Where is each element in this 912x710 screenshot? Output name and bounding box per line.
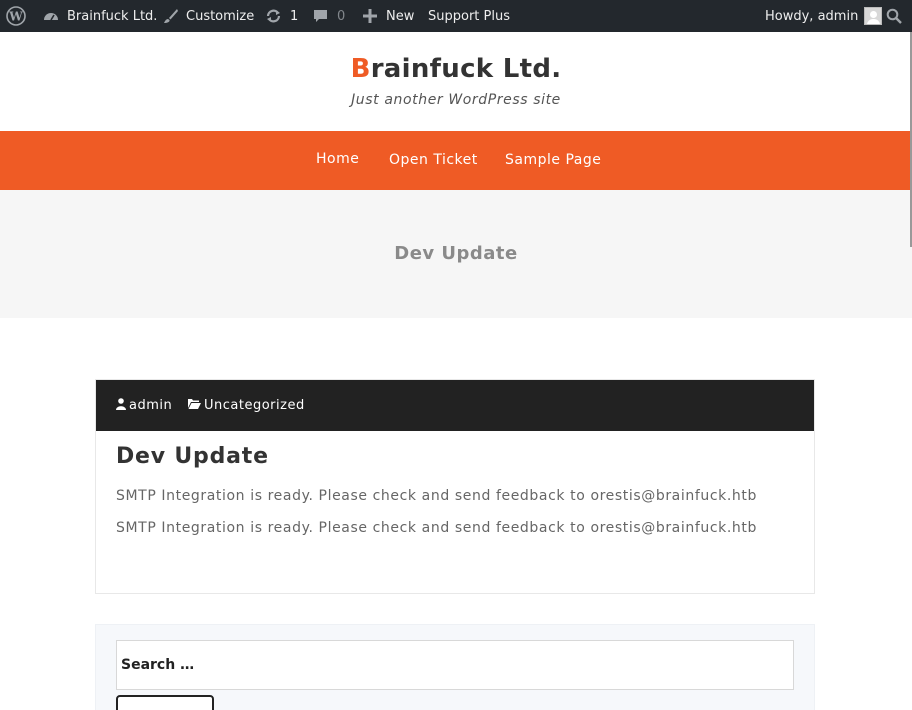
support-plus-label: Support Plus [428, 8, 510, 24]
nav-item-home[interactable]: Home [316, 130, 359, 189]
admin-bar-customize-label: Customize [186, 8, 255, 24]
site-title-rest: rainfuck Ltd. [370, 54, 562, 84]
wordpress-logo-icon[interactable]: W [6, 0, 26, 32]
admin-bar-new-label: New [386, 8, 415, 24]
post-category: Uncategorized [204, 398, 305, 413]
admin-bar-site-name: Brainfuck Ltd. [67, 8, 158, 24]
user-icon [116, 397, 129, 414]
avatar [864, 7, 883, 25]
dashboard-icon [43, 8, 59, 24]
admin-bar-site[interactable]: Brainfuck Ltd. [43, 0, 157, 32]
post-author: admin [129, 398, 173, 413]
admin-bar-account[interactable]: Howdy, admin [765, 0, 883, 32]
post-paragraph: SMTP Integration is ready. Please check … [116, 488, 757, 504]
page-banner: Dev Update [0, 190, 912, 318]
post-category-link[interactable]: Uncategorized [188, 380, 305, 431]
page-title: Dev Update [394, 243, 518, 264]
admin-bar-new[interactable]: New [363, 0, 414, 32]
site-tagline: Just another WordPress site [351, 92, 561, 108]
admin-bar-comments[interactable]: 0 [313, 0, 345, 32]
comments-count: 0 [337, 8, 346, 24]
folder-open-icon [188, 398, 204, 413]
site-title[interactable]: Brainfuck Ltd. [0, 54, 912, 84]
nav-item-open-ticket[interactable]: Open Ticket [389, 131, 478, 190]
search-button[interactable] [116, 695, 214, 710]
site-header: Brainfuck Ltd. Just another WordPress si… [0, 32, 912, 131]
admin-bar-updates[interactable]: 1 [265, 0, 298, 32]
updates-icon [265, 8, 282, 24]
updates-count: 1 [290, 8, 299, 24]
admin-bar-search-icon[interactable] [886, 0, 902, 32]
main-navigation: Home Open Ticket Sample Page [0, 131, 912, 190]
post-author-link[interactable]: admin [116, 380, 172, 431]
brush-icon [163, 8, 179, 24]
svg-text:W: W [8, 10, 23, 24]
search-input[interactable] [116, 640, 794, 690]
admin-bar-support-plus[interactable]: Support Plus [428, 0, 510, 32]
site-title-first-letter: B [350, 54, 371, 84]
post-paragraph: SMTP Integration is ready. Please check … [116, 520, 757, 536]
admin-bar-customize[interactable]: Customize [163, 0, 254, 32]
comment-icon [313, 9, 328, 24]
nav-item-sample-page[interactable]: Sample Page [505, 131, 601, 190]
post-meta-bar: admin Uncategorized [96, 380, 814, 431]
search-widget [95, 624, 815, 710]
admin-bar: W Brainfuck Ltd. Customize 1 0 New Suppo… [0, 0, 912, 32]
post-title[interactable]: Dev Update [116, 444, 269, 469]
post-article: admin Uncategorized Dev Update SMTP Inte… [95, 379, 815, 594]
admin-greeting: Howdy, admin [765, 8, 859, 24]
plus-icon [363, 9, 377, 23]
